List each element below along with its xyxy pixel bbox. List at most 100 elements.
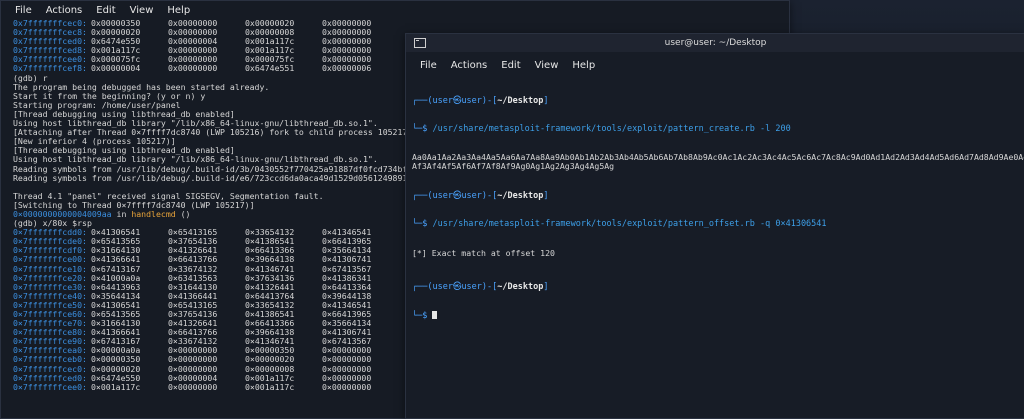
crash-function: handlecmd bbox=[131, 209, 176, 219]
memory-value: 0x00000020 bbox=[91, 28, 141, 38]
memory-address: 0×7fffffffce50: bbox=[13, 300, 87, 310]
shell-terminal-window[interactable]: user@user: ~/Desktop File Actions Edit V… bbox=[405, 33, 1024, 419]
memory-address: 0×7fffffffcdf0: bbox=[13, 246, 87, 256]
memory-value: 0x001a117c bbox=[245, 37, 295, 47]
menu-view[interactable]: View bbox=[130, 5, 154, 16]
menu-help[interactable]: Help bbox=[167, 5, 190, 16]
memory-value: 0×37654136 bbox=[168, 310, 218, 319]
left-menubar: File Actions Edit View Help bbox=[1, 1, 789, 19]
memory-value: 0x00000000 bbox=[322, 46, 372, 56]
text-cursor bbox=[432, 310, 438, 319]
prompt-line: ┌──(user㉿user)-[~/Desktop] bbox=[412, 281, 549, 292]
crash-tail: () bbox=[175, 209, 191, 219]
memory-value: 0×41366641 bbox=[91, 255, 141, 265]
memory-address: 0x7fffffffcec0: bbox=[13, 19, 87, 28]
memory-value: 0×41326641 bbox=[168, 319, 218, 329]
menu-actions[interactable]: Actions bbox=[46, 5, 83, 16]
memory-value: 0×41306741 bbox=[322, 328, 372, 338]
offset-output: [*] Exact match at offset 120 bbox=[412, 247, 555, 258]
memory-address: 0×7fffffffce40: bbox=[13, 291, 87, 301]
memory-value: 0×00000020 bbox=[91, 364, 141, 374]
memory-value: 0×66413766 bbox=[168, 328, 218, 338]
memory-address: 0×7fffffffceb0: bbox=[13, 355, 87, 365]
memory-value: 0×00000000 bbox=[322, 355, 372, 365]
memory-value: 0×31664130 bbox=[91, 246, 141, 256]
memory-value: 0×39644138 bbox=[322, 291, 372, 301]
memory-value: 0x00000000 bbox=[168, 28, 218, 38]
memory-value: 0×65413565 bbox=[91, 237, 141, 247]
menu-edit[interactable]: Edit bbox=[501, 60, 520, 71]
memory-value: 0×63413563 bbox=[168, 273, 218, 283]
memory-value: 0×67413167 bbox=[91, 264, 141, 274]
memory-value: 0×35664134 bbox=[322, 246, 372, 256]
menu-edit[interactable]: Edit bbox=[96, 5, 115, 16]
memory-address: 0x7fffffffcec8: bbox=[13, 28, 87, 38]
command-line: └─$ /usr/share/metasploit-framework/tool… bbox=[412, 124, 791, 135]
memory-address: 0×7fffffffce70: bbox=[13, 319, 87, 329]
memory-value: 0×00000000 bbox=[322, 346, 372, 356]
memory-value: 0×00000000 bbox=[168, 382, 218, 392]
memory-value: 0×00000000 bbox=[168, 355, 218, 365]
memory-value: 0×31664130 bbox=[91, 319, 141, 329]
menu-file[interactable]: File bbox=[420, 60, 437, 71]
memory-value: 0×00000a0a bbox=[91, 346, 141, 356]
menu-view[interactable]: View bbox=[535, 60, 559, 71]
memory-address: 0×7fffffffced0: bbox=[13, 373, 87, 383]
crash-address: 0×0000000000004009aa bbox=[13, 209, 112, 219]
memory-value: 0×66413766 bbox=[168, 255, 218, 265]
memory-value: 0×39664138 bbox=[245, 255, 295, 265]
memory-value: 0×41386541 bbox=[245, 310, 295, 319]
memory-value: 0×001a117c bbox=[245, 373, 295, 383]
memory-address: 0×7fffffffce30: bbox=[13, 282, 87, 292]
memory-address: 0×7fffffffce20: bbox=[13, 273, 87, 283]
memory-value: 0×33654132 bbox=[245, 228, 295, 238]
memory-value: 0×67413567 bbox=[322, 337, 372, 347]
crash-in: in bbox=[111, 209, 132, 219]
memory-value: 0×001a117c bbox=[245, 382, 295, 392]
input-line[interactable]: └─$ bbox=[412, 310, 1024, 320]
memory-value: 0×64413364 bbox=[322, 282, 372, 292]
memory-value: 0x00000020 bbox=[245, 19, 295, 28]
memory-value: 0×00000000 bbox=[168, 364, 218, 374]
memory-value: 0×41386341 bbox=[322, 273, 372, 283]
memory-address: 0×7fffffffcea0: bbox=[13, 346, 87, 356]
memory-address: 0×7fffffffce60: bbox=[13, 310, 87, 319]
window-title: user@user: ~/Desktop bbox=[664, 38, 767, 48]
memory-row: 0x7fffffffcec0: 0x00000350 0x00000000 0x000… bbox=[13, 19, 789, 28]
memory-value: 0×00000000 bbox=[322, 373, 372, 383]
memory-value: 0×66413366 bbox=[245, 319, 295, 329]
memory-value: 0x00000000 bbox=[168, 46, 218, 56]
memory-value: 0×41346541 bbox=[322, 300, 372, 310]
memory-value: 0x000075fc bbox=[245, 55, 295, 65]
memory-value: 0×41000a0a bbox=[91, 273, 141, 283]
menu-file[interactable]: File bbox=[15, 5, 32, 16]
memory-value: 0×41326641 bbox=[168, 246, 218, 256]
memory-value: 0×65413165 bbox=[168, 228, 218, 238]
command-line: └─$ /usr/share/metasploit-framework/tool… bbox=[412, 219, 827, 230]
right-titlebar[interactable]: user@user: ~/Desktop bbox=[406, 34, 1024, 52]
shell-output[interactable]: ┌──(user㉿user)-[~/Desktop] └─$ /usr/shar… bbox=[406, 74, 1024, 339]
memory-value: 0×41306541 bbox=[91, 228, 141, 238]
menu-actions[interactable]: Actions bbox=[451, 60, 488, 71]
memory-address: 0x7fffffffced0: bbox=[13, 37, 87, 47]
pattern-output: Aa0Aa1Aa2Aa3Aa4Aa5Aa6Aa7Aa8Aa9Ab0Ab1Ab2A… bbox=[412, 152, 1024, 172]
memory-value: 0×66413965 bbox=[322, 310, 372, 319]
right-menubar: File Actions Edit View Help bbox=[406, 56, 1024, 74]
memory-value: 0x00000000 bbox=[168, 19, 218, 28]
menu-help[interactable]: Help bbox=[572, 60, 595, 71]
memory-value: 0x00000350 bbox=[91, 19, 141, 28]
memory-value: 0x6474e550 bbox=[91, 37, 141, 47]
memory-value: 0x00000008 bbox=[245, 28, 295, 38]
memory-value: 0×00000350 bbox=[245, 346, 295, 356]
memory-value: 0×00000004 bbox=[168, 373, 218, 383]
memory-value: 0×41346741 bbox=[245, 264, 295, 274]
memory-value: 0x00000000 bbox=[168, 55, 218, 65]
memory-value: 0x00000004 bbox=[168, 37, 218, 47]
memory-address: 0×7fffffffce00: bbox=[13, 255, 87, 265]
memory-address: 0×7fffffffcdd0: bbox=[13, 228, 87, 238]
memory-value: 0×37654136 bbox=[168, 237, 218, 247]
memory-value: 0×41346541 bbox=[322, 228, 372, 238]
memory-address: 0×7fffffffce90: bbox=[13, 337, 87, 347]
memory-value: 0x00000006 bbox=[322, 64, 372, 74]
memory-value: 0x00000000 bbox=[322, 37, 372, 47]
